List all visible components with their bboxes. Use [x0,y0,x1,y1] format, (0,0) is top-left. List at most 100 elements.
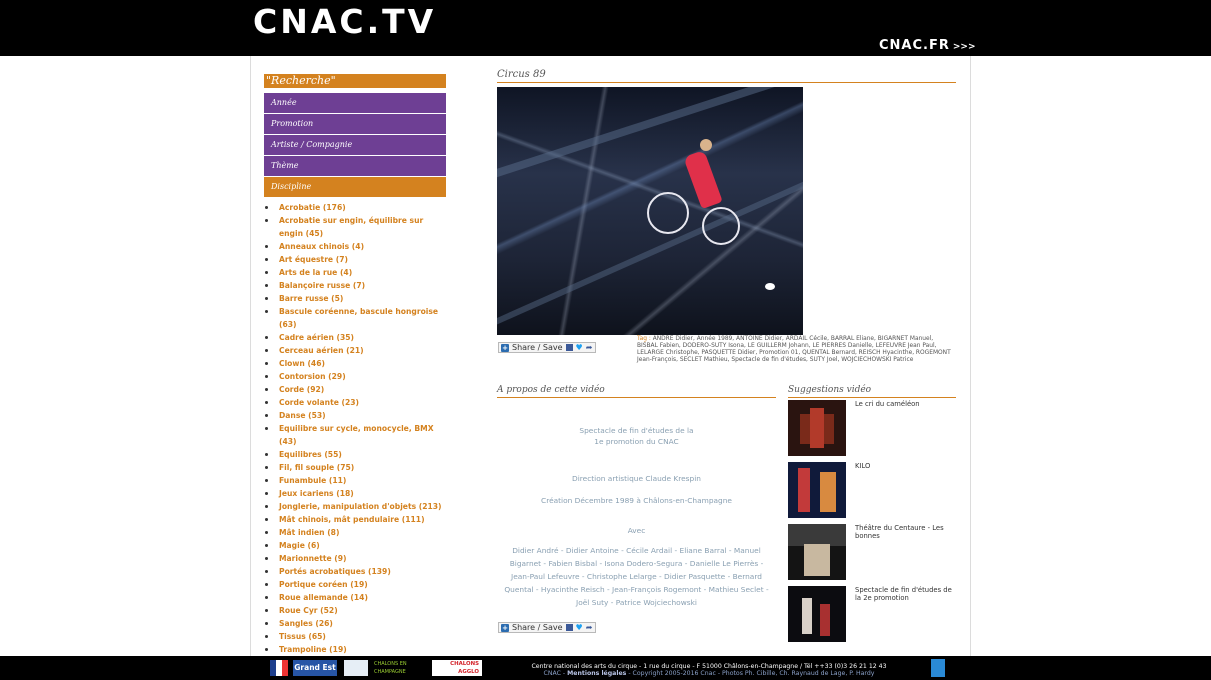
suggestion-item[interactable]: KILO [788,462,956,520]
discipline-link[interactable]: Anneaux chinois (4) [279,242,364,251]
discipline-link[interactable]: Funambule (11) [279,476,346,485]
discipline-link[interactable]: Roue Cyr (52) [279,606,338,615]
discipline-item[interactable]: Anneaux chinois (4) [264,240,446,253]
chalons-en-champagne-logo[interactable]: CHALONS EN CHAMPAGNE [374,660,426,676]
discipline-link[interactable]: Portique coréen (19) [279,580,368,589]
discipline-link[interactable]: Jonglerie, manipulation d'objets (213) [279,502,442,511]
tag-values[interactable]: ANDRE Didier, Année 1989, ANTOINE Didier… [637,336,951,363]
filter-item[interactable]: Discipline [264,177,446,197]
forward-icon[interactable]: ➦ [586,623,593,632]
discipline-item[interactable]: Portés acrobatiques (139) [264,565,446,578]
legal-link[interactable]: Mentions légales [567,670,626,677]
discipline-link[interactable]: Fil, fil souple (75) [279,463,354,472]
discipline-link[interactable]: Tissus (65) [279,632,326,641]
discipline-link[interactable]: Equilibre sur cycle, monocycle, BMX (43) [279,424,434,446]
share-button[interactable]: + Share / Save ♥ ➦ [498,622,597,633]
discipline-link[interactable]: Art équestre (7) [279,255,348,264]
discipline-link[interactable]: Barre russe (5) [279,294,343,303]
chalons-agglo-logo[interactable]: CHALONS AGGLO [432,660,482,676]
discipline-link[interactable]: Magie (6) [279,541,320,550]
discipline-item[interactable]: Fil, fil souple (75) [264,461,446,474]
discipline-link[interactable]: Cadre aérien (35) [279,333,354,342]
cnac-fr-link[interactable]: CNAC.FR >>> [879,38,975,53]
discipline-link[interactable]: Sangles (26) [279,619,333,628]
discipline-link[interactable]: Bascule coréenne, bascule hongroise (63) [279,307,438,329]
discipline-item[interactable]: Magie (6) [264,539,446,552]
share-button[interactable]: + Share / Save ♥ ➦ [498,342,597,353]
filter-item[interactable]: Promotion [264,114,446,134]
discipline-link[interactable]: Mât indien (8) [279,528,339,537]
discipline-item[interactable]: Equilibre sur cycle, monocycle, BMX (43) [264,422,446,448]
discipline-link[interactable]: Mât chinois, mât pendulaire (111) [279,515,425,524]
suggestion-title[interactable]: KILO [855,462,955,470]
discipline-link[interactable]: Trampoline (19) [279,645,347,654]
discipline-item[interactable]: Cerceau aérien (21) [264,344,446,357]
discipline-item[interactable]: Barre russe (5) [264,292,446,305]
discipline-link[interactable]: Roue allemande (14) [279,593,368,602]
discipline-item[interactable]: Acrobatie (176) [264,201,446,214]
discipline-link[interactable]: Acrobatie sur engin, équilibre sur engin… [279,216,423,238]
discipline-item[interactable]: Jonglerie, manipulation d'objets (213) [264,500,446,513]
filter-item[interactable]: Année [264,93,446,113]
suggestion-item[interactable]: Théâtre du Centaure - Les bonnes [788,524,956,582]
suggestion-item[interactable]: Le cri du caméléon [788,400,956,458]
suggestion-thumbnail[interactable] [788,400,846,456]
discipline-item[interactable]: Jeux icariens (18) [264,487,446,500]
discipline-item[interactable]: Balançoire russe (7) [264,279,446,292]
discipline-item[interactable]: Clown (46) [264,357,446,370]
filter-item[interactable]: Thème [264,156,446,176]
discipline-link[interactable]: Marionnette (9) [279,554,347,563]
discipline-link[interactable]: Arts de la rue (4) [279,268,352,277]
discipline-item[interactable]: Portique coréen (19) [264,578,446,591]
marne-logo[interactable] [344,660,368,676]
discipline-item[interactable]: Sangles (26) [264,617,446,630]
discipline-link[interactable]: Balançoire russe (7) [279,281,365,290]
discipline-link[interactable]: Danse (53) [279,411,326,420]
twitter-icon[interactable]: ♥ [576,623,583,632]
discipline-item[interactable]: Tissus (65) [264,630,446,643]
discipline-link[interactable]: Contorsion (29) [279,372,346,381]
discipline-item[interactable]: Corde (92) [264,383,446,396]
suggestion-thumbnail[interactable] [788,524,846,580]
discipline-item[interactable]: Roue Cyr (52) [264,604,446,617]
suggestion-thumbnail[interactable] [788,462,846,518]
suggestion-title[interactable]: Le cri du caméléon [855,400,955,408]
filter-item[interactable]: Artiste / Compagnie [264,135,446,155]
discipline-item[interactable]: Marionnette (9) [264,552,446,565]
facebook-icon[interactable] [565,624,573,631]
discipline-item[interactable]: Mât indien (8) [264,526,446,539]
suggestion-title[interactable]: Spectacle de fin d'études de la 2e promo… [855,586,955,602]
discipline-link[interactable]: Equilibres (55) [279,450,342,459]
discipline-item[interactable]: Funambule (11) [264,474,446,487]
discipline-item[interactable]: Danse (53) [264,409,446,422]
discipline-link[interactable]: Acrobatie (176) [279,203,346,212]
discipline-link[interactable]: Corde (92) [279,385,324,394]
discipline-link[interactable]: Jeux icariens (18) [279,489,354,498]
discipline-item[interactable]: Art équestre (7) [264,253,446,266]
discipline-item[interactable]: Arts de la rue (4) [264,266,446,279]
discipline-item[interactable]: Roue allemande (14) [264,591,446,604]
discipline-item[interactable]: Corde volante (23) [264,396,446,409]
discipline-link[interactable]: Clown (46) [279,359,325,368]
suggestion-title[interactable]: Théâtre du Centaure - Les bonnes [855,524,955,540]
grand-est-logo[interactable]: Grand Est [293,660,337,676]
discipline-link[interactable]: Corde volante (23) [279,398,359,407]
discipline-link[interactable]: Cerceau aérien (21) [279,346,364,355]
discipline-item[interactable]: Cadre aérien (35) [264,331,446,344]
facebook-icon[interactable] [565,344,573,351]
discipline-item[interactable]: Trampoline (19) [264,643,446,656]
suggestion-item[interactable]: Spectacle de fin d'études de la 2e promo… [788,586,956,644]
cnac-tv-logo[interactable]: CNAC.TV [253,2,436,42]
video-player[interactable] [497,87,803,335]
forward-icon[interactable]: ➦ [586,343,593,352]
discipline-item[interactable]: Acrobatie sur engin, équilibre sur engin… [264,214,446,240]
discipline-link[interactable]: Portés acrobatiques (139) [279,567,391,576]
discipline-item[interactable]: Bascule coréenne, bascule hongroise (63) [264,305,446,331]
twitter-icon[interactable]: ♥ [576,343,583,352]
discipline-item[interactable]: Mât chinois, mât pendulaire (111) [264,513,446,526]
republique-francaise-logo[interactable] [270,660,288,676]
partner-logo[interactable] [931,659,945,677]
suggestion-thumbnail[interactable] [788,586,846,642]
discipline-item[interactable]: Equilibres (55) [264,448,446,461]
discipline-item[interactable]: Contorsion (29) [264,370,446,383]
